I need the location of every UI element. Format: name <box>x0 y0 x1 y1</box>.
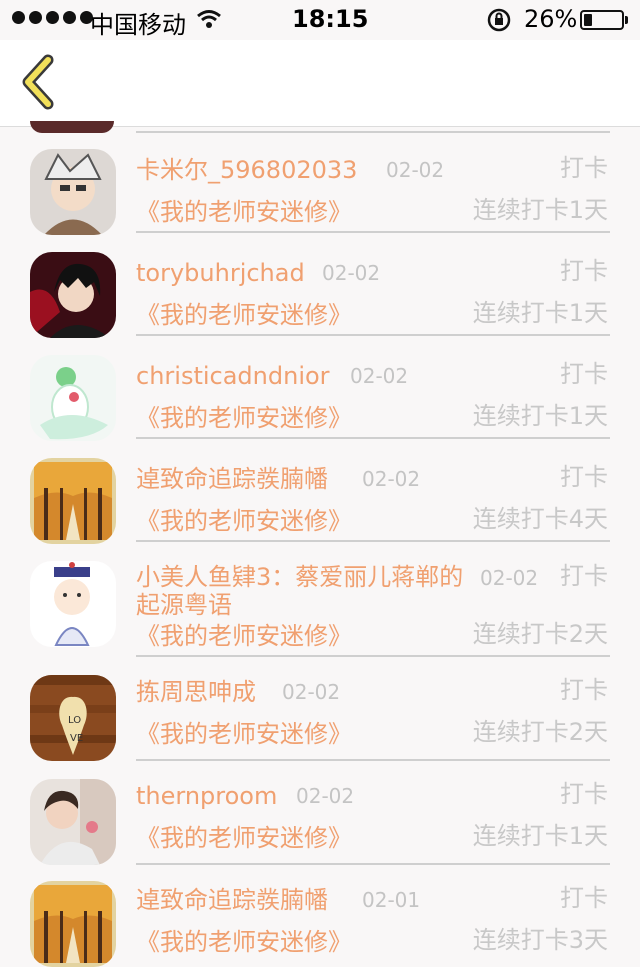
checkin-streak: 连续打卡2天 <box>472 620 608 648</box>
checkin-streak: 连续打卡4天 <box>472 505 608 533</box>
checkin-streak: 连续打卡1天 <box>472 402 608 430</box>
divider <box>136 540 610 542</box>
divider <box>136 759 610 761</box>
avatar <box>30 252 116 338</box>
user-name[interactable]: 小美人鱼肄3：蔡爱丽儿蒋郸的起源粤语 <box>136 563 466 619</box>
post-date: 02-02 <box>350 364 409 388</box>
checkin-label: 打卡 <box>560 562 608 590</box>
post-date: 02-02 <box>362 467 421 491</box>
avatar <box>30 355 116 441</box>
checkin-label: 打卡 <box>560 360 608 388</box>
battery-icon <box>580 10 624 30</box>
status-bar: 中国移动 18:15 26% <box>0 0 640 40</box>
user-name[interactable]: christicadndnior <box>136 359 330 393</box>
divider <box>136 231 610 233</box>
svg-text:LO: LO <box>68 715 81 726</box>
post-date: 02-02 <box>386 158 445 182</box>
user-name[interactable]: thernproom <box>136 779 277 813</box>
post-date: 02-02 <box>296 784 355 808</box>
checkin-streak: 连续打卡2天 <box>472 718 608 746</box>
divider <box>136 655 610 657</box>
user-name[interactable]: 卡米尔_596802033 <box>136 153 357 187</box>
user-name[interactable]: 拣周思呻成 <box>136 675 256 709</box>
book-title[interactable]: 《我的老师安迷修》 <box>136 195 352 229</box>
book-title[interactable]: 《我的老师安迷修》 <box>136 504 352 538</box>
checkin-streak: 连续打卡3天 <box>472 926 608 954</box>
checkin-label: 打卡 <box>560 154 608 182</box>
post-date: 02-02 <box>480 566 539 590</box>
avatar <box>30 779 116 865</box>
book-title[interactable]: 《我的老师安迷修》 <box>136 619 352 653</box>
checkin-streak: 连续打卡1天 <box>472 299 608 327</box>
rotation-lock-icon <box>487 8 511 32</box>
user-name[interactable]: 逴致命追踪彂腩幡 <box>136 462 328 496</box>
svg-text:VE: VE <box>70 733 83 744</box>
back-button[interactable] <box>14 52 74 112</box>
signal-strength-icon <box>12 11 93 24</box>
post-date: 02-02 <box>322 261 381 285</box>
checkin-streak: 连续打卡1天 <box>472 822 608 850</box>
book-title[interactable]: 《我的老师安迷修》 <box>136 298 352 332</box>
divider <box>136 334 610 336</box>
battery-percentage: 26% <box>524 5 578 33</box>
divider <box>136 437 610 439</box>
divider <box>136 131 610 133</box>
avatar <box>30 458 116 544</box>
avatar <box>30 881 116 967</box>
avatar <box>30 561 116 647</box>
book-title[interactable]: 《我的老师安迷修》 <box>136 717 352 751</box>
wifi-icon <box>197 10 221 28</box>
book-title[interactable]: 《我的老师安迷修》 <box>136 925 352 959</box>
checkin-label: 打卡 <box>560 884 608 912</box>
divider <box>136 863 610 865</box>
checkin-streak: 连续打卡1天 <box>472 196 608 224</box>
post-date: 02-02 <box>282 680 341 704</box>
avatar <box>30 149 116 235</box>
user-name[interactable]: 逴致命追踪彂腩幡 <box>136 883 328 917</box>
book-title[interactable]: 《我的老师安迷修》 <box>136 401 352 435</box>
navigation-bar <box>0 40 640 127</box>
clock: 18:15 <box>292 5 369 33</box>
avatar <box>30 121 114 133</box>
checkin-label: 打卡 <box>560 780 608 808</box>
post-date: 02-01 <box>362 888 421 912</box>
user-name[interactable]: torybuhrjchad <box>136 256 305 290</box>
carrier-name: 中国移动 <box>90 11 186 39</box>
checkin-label: 打卡 <box>560 676 608 704</box>
checkin-label: 打卡 <box>560 463 608 491</box>
book-title[interactable]: 《我的老师安迷修》 <box>136 821 352 855</box>
avatar: LO VE <box>30 675 116 761</box>
checkin-label: 打卡 <box>560 257 608 285</box>
